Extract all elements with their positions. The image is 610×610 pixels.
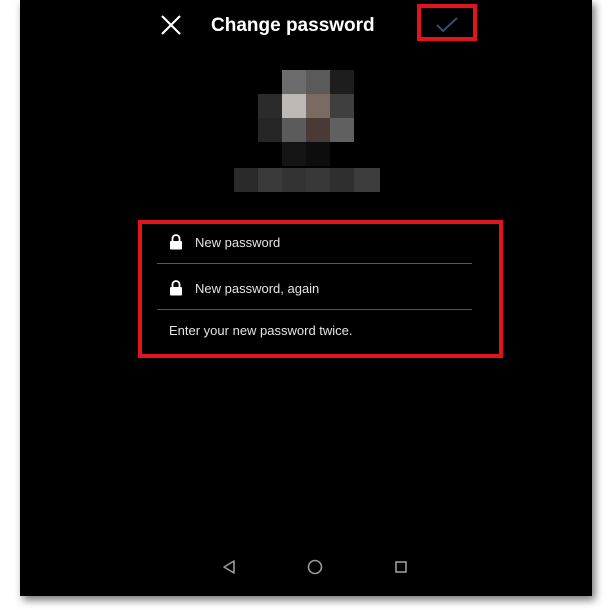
password-hint: Enter your new password twice. [169,323,353,338]
new-password-input[interactable] [195,232,465,252]
close-button[interactable] [156,10,186,40]
phone-screen: Change password Enter your new password … [20,0,592,596]
back-triangle-icon [223,560,235,574]
confirm-button[interactable] [432,12,462,38]
new-password-field[interactable] [157,224,472,264]
new-password-again-field[interactable] [157,270,472,310]
lock-icon [170,234,182,250]
new-password-again-input[interactable] [195,278,465,298]
close-icon [161,15,181,35]
page-title: Change password [211,15,375,36]
nav-back-button[interactable] [218,556,240,578]
username [234,168,380,192]
checkmark-icon [436,17,458,33]
nav-recents-button[interactable] [390,556,412,578]
home-circle-icon [307,559,323,575]
nav-home-button[interactable] [304,556,326,578]
lock-icon [170,280,182,296]
screenshot-frame: Change password Enter your new password … [0,0,610,610]
recents-square-icon [395,561,407,573]
avatar [258,70,354,166]
